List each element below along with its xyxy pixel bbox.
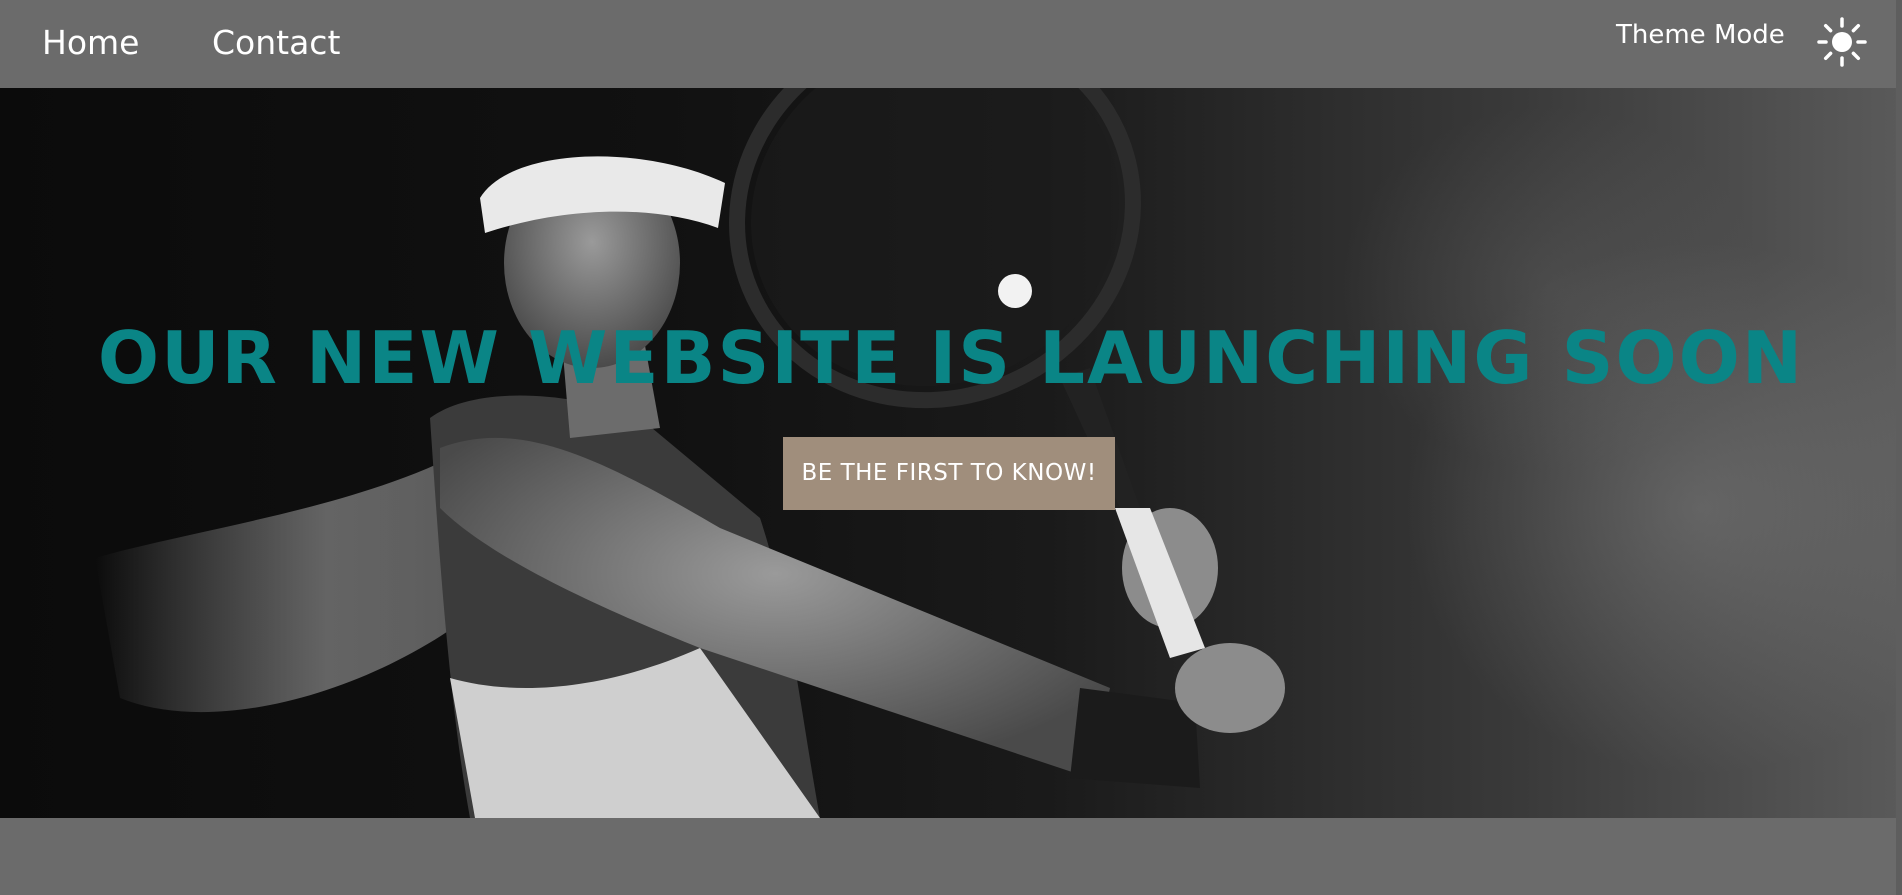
sun-icon <box>1817 17 1867 67</box>
nav-link-home[interactable]: Home <box>42 20 139 66</box>
nav-link-contact[interactable]: Contact <box>212 20 340 66</box>
page-scrollbar[interactable] <box>1896 0 1902 895</box>
navbar: Home Contact Theme Mode <box>0 0 1902 88</box>
hero-headline: OUR NEW WEBSITE IS LAUNCHING SOON <box>97 316 1805 400</box>
theme-mode-label: Theme Mode <box>1616 20 1785 50</box>
hero-section: OUR NEW WEBSITE IS LAUNCHING SOON BE THE… <box>0 88 1902 818</box>
theme-toggle-button[interactable] <box>1816 16 1868 68</box>
be-first-to-know-button[interactable]: BE THE FIRST TO KNOW! <box>783 437 1115 510</box>
